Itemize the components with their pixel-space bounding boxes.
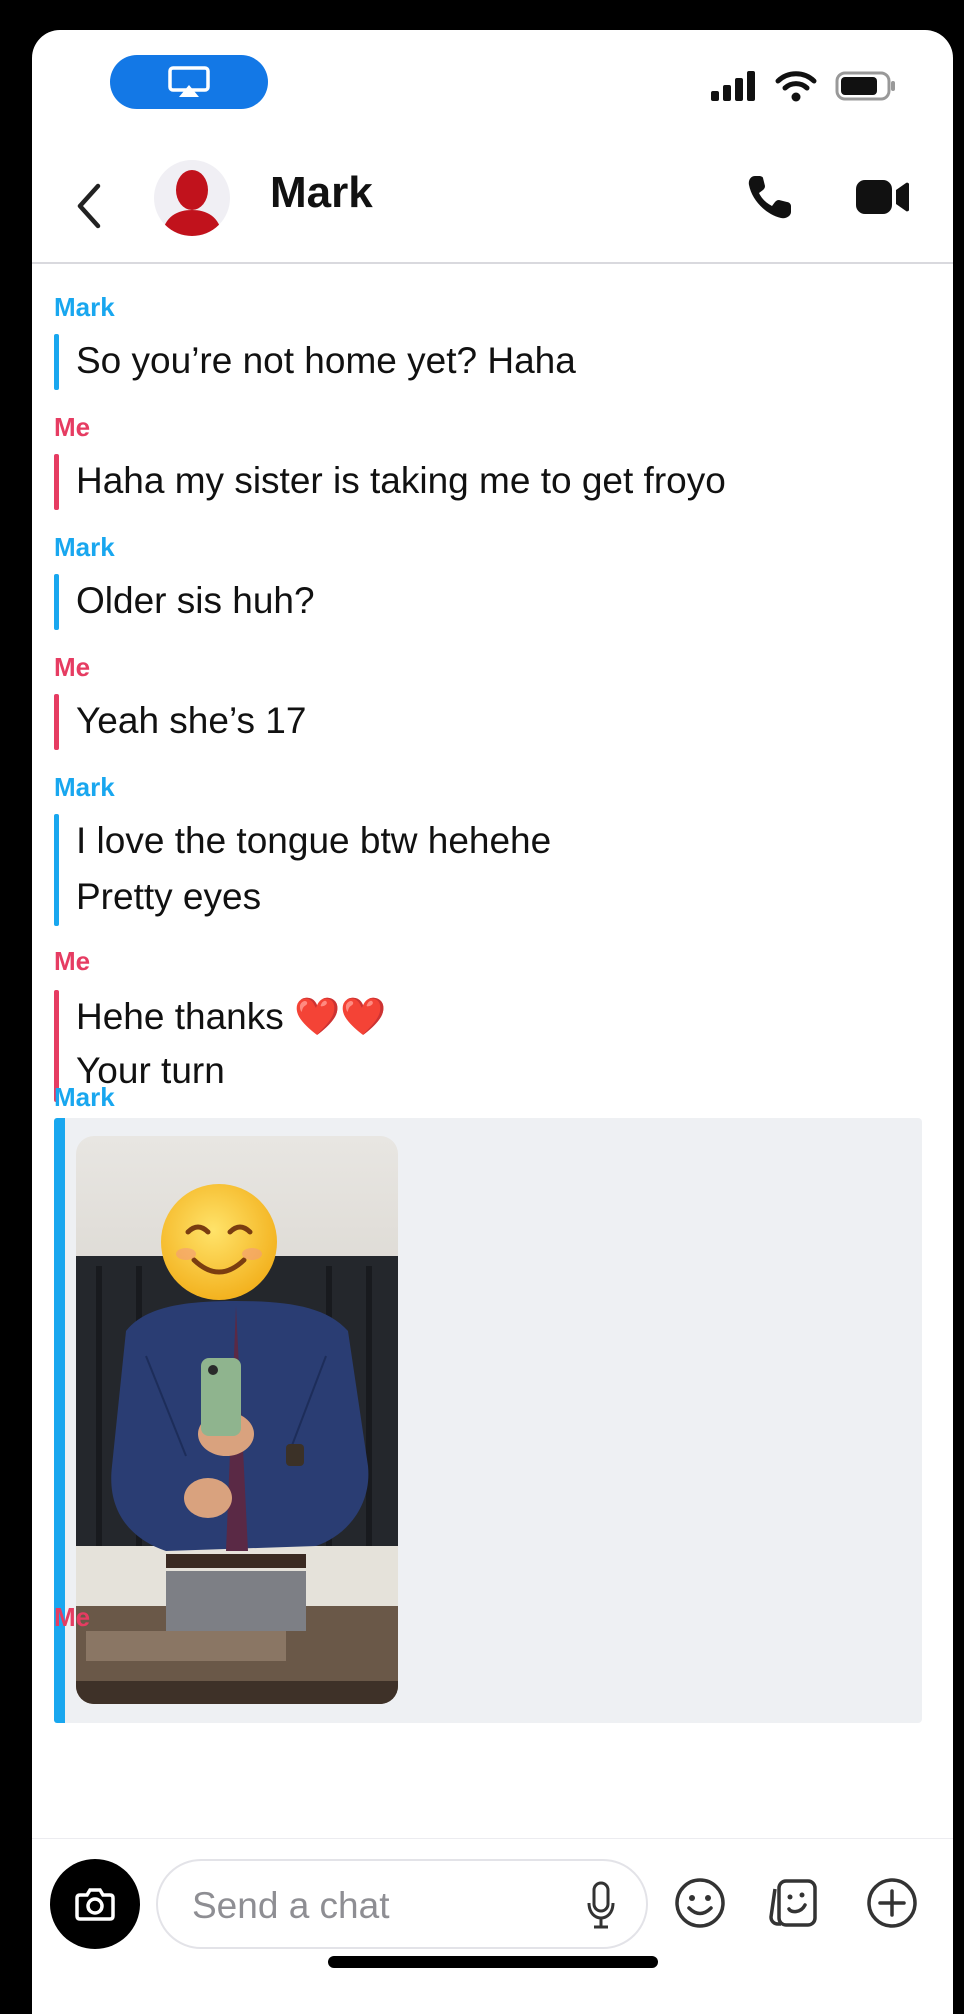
chat-input[interactable] <box>190 1879 554 1933</box>
microphone-icon[interactable] <box>586 1881 616 1931</box>
chat-input-field[interactable] <box>156 1859 648 1949</box>
sender-label: Mark <box>54 532 115 562</box>
camera-icon <box>75 1888 115 1921</box>
media-message[interactable] <box>54 1118 922 1723</box>
home-indicator[interactable] <box>328 1956 658 1968</box>
message-text: Haha my sister is taking me to get froyo <box>76 460 726 501</box>
message-bar <box>54 814 59 926</box>
airplay-icon <box>168 66 210 97</box>
cellular-signal-icon <box>711 71 755 101</box>
phone-icon[interactable] <box>745 172 795 222</box>
message-bar <box>54 694 59 750</box>
video-camera-icon[interactable] <box>854 172 910 222</box>
message-bar <box>54 574 59 630</box>
sender-label: Mark <box>54 1082 115 1112</box>
message-text: I love the tongue btw hehehe <box>76 820 552 861</box>
phone-screen: Mark Mark So you’re not home yet? Haha M… <box>32 30 953 2014</box>
plus-circle-icon[interactable] <box>864 1875 920 1931</box>
status-icons <box>711 70 897 102</box>
sender-label: Me <box>54 946 91 976</box>
message-text: Yeah she’s 17 <box>76 700 307 741</box>
message-text: Pretty eyes <box>76 876 262 917</box>
message-bar <box>54 334 59 390</box>
sender-label: Me <box>54 652 91 682</box>
screen-mirroring-pill[interactable] <box>110 55 268 109</box>
photo-thumbnail[interactable] <box>76 1136 398 1704</box>
bitmoji-silhouette-icon <box>162 170 222 236</box>
message-bar <box>54 454 59 510</box>
sender-label: Me <box>54 1602 91 1632</box>
message-text: So you’re not home yet? Haha <box>76 340 576 381</box>
status-bar <box>32 30 953 150</box>
message-text: Older sis huh? <box>76 580 315 621</box>
battery-icon <box>835 71 895 101</box>
contact-name[interactable]: Mark <box>270 168 373 218</box>
smiley-icon[interactable] <box>672 1875 728 1931</box>
sticker-icon[interactable] <box>767 1875 823 1931</box>
chat-composer <box>32 1838 953 2014</box>
mirror-selfie-image <box>76 1136 398 1704</box>
sender-label: Me <box>54 412 91 442</box>
chat-thread[interactable]: Mark So you’re not home yet? Haha Me Hah… <box>32 264 953 1838</box>
back-chevron-icon[interactable] <box>70 178 110 234</box>
wifi-icon <box>775 71 817 102</box>
sender-label: Mark <box>54 772 115 802</box>
sender-label: Mark <box>54 292 115 322</box>
message-text: Hehe thanks ❤️❤️ <box>76 996 387 1037</box>
camera-button[interactable] <box>50 1859 140 1949</box>
chat-header: Mark <box>32 150 953 264</box>
avatar[interactable] <box>154 160 230 236</box>
